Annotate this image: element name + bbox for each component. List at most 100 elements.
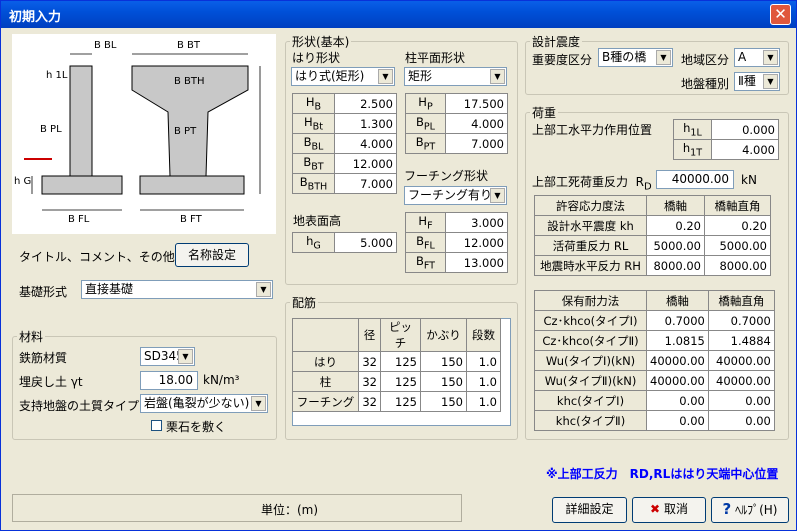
beam-type-select[interactable]: はり式(矩形) ▼ bbox=[291, 67, 395, 86]
rebar-header: かぶり bbox=[420, 318, 467, 352]
region-select[interactable]: A ▼ bbox=[734, 48, 780, 67]
region-label: 地域区分 bbox=[681, 53, 730, 67]
gravel-checkbox[interactable] bbox=[151, 420, 162, 431]
backfill-input[interactable]: 18.00 bbox=[140, 371, 198, 390]
rebar-header bbox=[292, 318, 359, 352]
chevron-down-icon: ▼ bbox=[178, 349, 193, 364]
title-comment-label: タイトル、コメント、その他 ： bbox=[19, 250, 191, 264]
dead-load-input[interactable]: 40000.00 bbox=[656, 170, 734, 189]
column-hp-input[interactable]: 17.500 bbox=[445, 93, 508, 114]
table-row: Wu(タイプⅡ)(kN) 40000.00 40000.00 bbox=[534, 370, 775, 391]
table-row: フーチング 32 125 150 1.0 bbox=[292, 391, 501, 412]
ground-hg-input[interactable]: 5.000 bbox=[334, 232, 397, 253]
unit-label: 単位：(m) bbox=[261, 503, 319, 517]
label-bbth: B BTH bbox=[174, 76, 205, 87]
name-setting-button[interactable]: 名称設定 bbox=[175, 243, 249, 267]
rebar-material-label: 鉄筋材質 bbox=[19, 351, 68, 365]
side-footing-shape bbox=[41, 175, 123, 195]
ground-class-select[interactable]: Ⅱ種 ▼ bbox=[734, 72, 780, 91]
chevron-down-icon: ▼ bbox=[490, 69, 505, 84]
soil-type-value: 岩盤(亀裂が少ない) bbox=[144, 396, 250, 410]
soil-type-label: 支持地盤の土質タイプ bbox=[19, 399, 140, 413]
beam-bbth-input[interactable]: 7.000 bbox=[334, 173, 397, 194]
param-name: HP bbox=[405, 93, 446, 114]
chevron-down-icon: ▼ bbox=[378, 69, 393, 84]
front-footing-shape bbox=[139, 175, 245, 195]
footing-bft-input[interactable]: 13.000 bbox=[445, 252, 508, 273]
rebar-header: 段数 bbox=[466, 318, 501, 352]
table-row: 地震時水平反力 RH 8000.00 8000.00 bbox=[534, 255, 771, 276]
importance-label: 重要度区分 bbox=[532, 53, 593, 67]
label-bbt: B BT bbox=[177, 40, 201, 51]
table-row: khc(タイプⅡ) 0.00 0.00 bbox=[534, 410, 775, 431]
beam-bbt-input[interactable]: 12.000 bbox=[334, 153, 397, 174]
footing-hf-input[interactable]: 3.000 bbox=[445, 212, 508, 233]
capacity-table: 保有耐力法 橋軸 橋軸直角 Cz･khco(タイプⅠ) 0.7000 0.7000 … bbox=[534, 290, 775, 431]
param-name: HF bbox=[405, 212, 446, 233]
backfill-label: 埋戻し土 γt bbox=[19, 375, 83, 389]
gravel-label: 栗石を敷く bbox=[166, 420, 227, 434]
cancel-x-icon: ✖ bbox=[650, 502, 661, 516]
param-name: BFL bbox=[405, 232, 446, 253]
close-button[interactable]: ✕ bbox=[770, 4, 791, 25]
h1t-input[interactable]: 4.000 bbox=[711, 139, 779, 160]
foundation-type-select[interactable]: 直接基礎 ▼ bbox=[81, 280, 273, 299]
detail-button[interactable]: 詳細設定 bbox=[552, 497, 627, 523]
rebar-table: 径 ピッチ かぶり 段数 はり 32 125 150 1.0 柱 32 125 … bbox=[292, 318, 501, 412]
param-name: BPL bbox=[405, 113, 446, 134]
label-bbl: B BL bbox=[94, 40, 117, 51]
beam-params-table: HB 2.500 HBt 1.300 BBL 4.000 BBT 12.000 BBTH… bbox=[292, 93, 397, 194]
ground-class-label: 地盤種別 bbox=[681, 77, 730, 91]
footing-type-value: フーチング有り bbox=[408, 188, 493, 202]
h1l-input[interactable]: 0.000 bbox=[711, 119, 779, 140]
column-bpl-input[interactable]: 4.000 bbox=[445, 113, 508, 134]
load-legend: 荷重 bbox=[532, 106, 557, 120]
soil-type-select[interactable]: 岩盤(亀裂が少ない) ▼ bbox=[140, 394, 268, 413]
label-bft: B FT bbox=[180, 214, 203, 225]
column-type-value: 矩形 bbox=[408, 69, 433, 83]
beam-type-label: はり形状 bbox=[292, 51, 341, 65]
shape-legend: 形状(基本) bbox=[292, 35, 350, 49]
cancel-label: 取消 bbox=[663, 502, 688, 516]
beam-hb-input[interactable]: 2.500 bbox=[334, 93, 397, 114]
param-name: BPT bbox=[405, 133, 446, 154]
footing-params-table: HF 3.000 BFL 12.000 BFT 13.000 bbox=[405, 212, 508, 273]
beam-bbl-input[interactable]: 4.000 bbox=[334, 133, 397, 154]
footing-type-label: フーチング形状 bbox=[404, 169, 489, 183]
param-name: hG bbox=[292, 232, 335, 253]
rebar-header: ピッチ bbox=[380, 318, 421, 352]
param-name: HBt bbox=[292, 113, 335, 134]
label-bpl: B PL bbox=[40, 124, 62, 135]
column-bpt-input[interactable]: 7.000 bbox=[445, 133, 508, 154]
dead-load-label: 上部工死荷重反力 RD bbox=[532, 175, 652, 193]
label-bpt: B PT bbox=[174, 126, 197, 137]
help-button[interactable]: ? ﾍﾙﾌﾟ(H) bbox=[711, 497, 789, 523]
ground-class-value: Ⅱ種 bbox=[738, 74, 756, 88]
label-bfl: B FL bbox=[68, 214, 90, 225]
table-row: 活荷重反力 RL 5000.00 5000.00 bbox=[534, 235, 771, 256]
ground-height-label: 地表面高 bbox=[293, 214, 342, 228]
reaction-note: ※上部工反力 RD,RLははり天端中心位置 bbox=[546, 467, 779, 481]
column-type-label: 柱平面形状 bbox=[405, 51, 466, 65]
seismic-legend: 設計震度 bbox=[532, 35, 581, 49]
rebar-material-select[interactable]: SD345 ▼ bbox=[140, 347, 195, 366]
material-legend: 材料 bbox=[19, 330, 44, 344]
footing-type-select[interactable]: フーチング有り ▼ bbox=[404, 186, 507, 205]
importance-value: B種の橋 bbox=[602, 50, 647, 64]
param-name: HB bbox=[292, 93, 335, 114]
allowable-stress-table: 許容応力度法 橋軸 橋軸直角 設計水平震度 kh 0.20 0.20 活荷重反力 R… bbox=[534, 195, 771, 276]
footing-bfl-input[interactable]: 12.000 bbox=[445, 232, 508, 253]
ground-height-table: hG 5.000 bbox=[292, 232, 397, 253]
pier-diagram-svg: B BL B BT h 1L B BTH B PL B PT B FL B FT… bbox=[14, 40, 261, 225]
beam-type-value: はり式(矩形) bbox=[295, 69, 365, 83]
title-bar: 初期入力 ✕ bbox=[1, 1, 796, 28]
table-row: Cz･khco(タイプⅡ) 1.0815 1.4884 bbox=[534, 330, 775, 351]
cancel-button[interactable]: ✖ 取消 bbox=[632, 497, 706, 523]
beam-hbt-input[interactable]: 1.300 bbox=[334, 113, 397, 134]
side-column-shape bbox=[69, 65, 93, 177]
chevron-down-icon: ▼ bbox=[490, 188, 505, 203]
column-type-select[interactable]: 矩形 ▼ bbox=[404, 67, 507, 86]
param-name: BFT bbox=[405, 252, 446, 273]
region-value: A bbox=[738, 50, 747, 64]
importance-select[interactable]: B種の橋 ▼ bbox=[598, 48, 673, 67]
